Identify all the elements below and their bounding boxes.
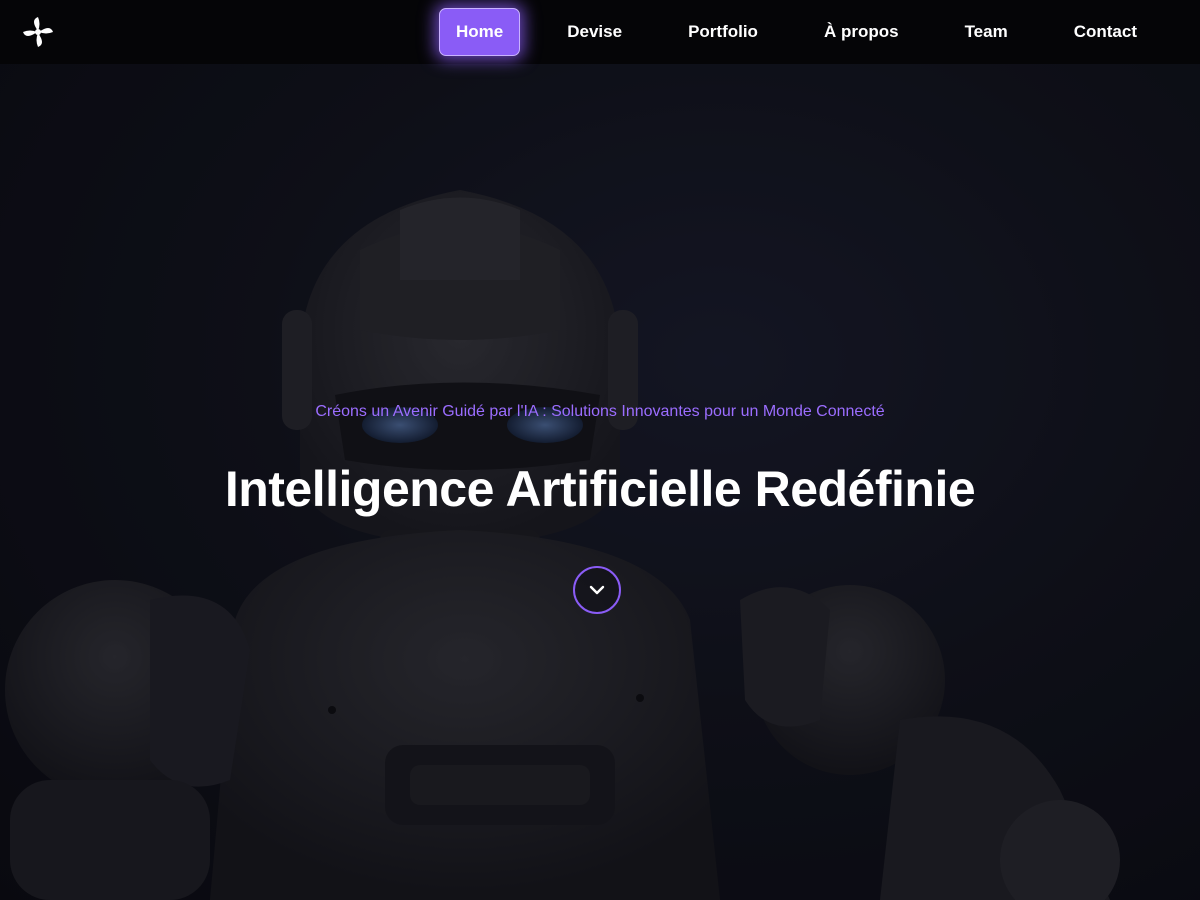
hero-overlay: [0, 0, 1200, 900]
scroll-down-button[interactable]: [573, 566, 621, 614]
nav-item-contact[interactable]: Contact: [1041, 9, 1170, 55]
hero-section: Créons un Avenir Guidé par l'IA : Soluti…: [0, 0, 1200, 900]
chevron-down-icon: [589, 585, 605, 595]
nav-item-team[interactable]: Team: [932, 9, 1041, 55]
hero-headline: Intelligence Artificielle Redéfinie: [224, 461, 976, 517]
hero-tagline: Créons un Avenir Guidé par l'IA : Soluti…: [315, 403, 885, 420]
nav-item-devise[interactable]: Devise: [534, 9, 655, 55]
top-navbar: Home Devise Portfolio À propos Team Cont…: [0, 0, 1200, 64]
nav-item-portfolio[interactable]: Portfolio: [655, 9, 791, 55]
nav-item-home[interactable]: Home: [439, 8, 521, 56]
pinwheel-logo-icon[interactable]: [20, 14, 56, 50]
nav-menu: Home Devise Portfolio À propos Team Cont…: [439, 8, 1170, 56]
nav-item-a-propos[interactable]: À propos: [791, 9, 932, 55]
